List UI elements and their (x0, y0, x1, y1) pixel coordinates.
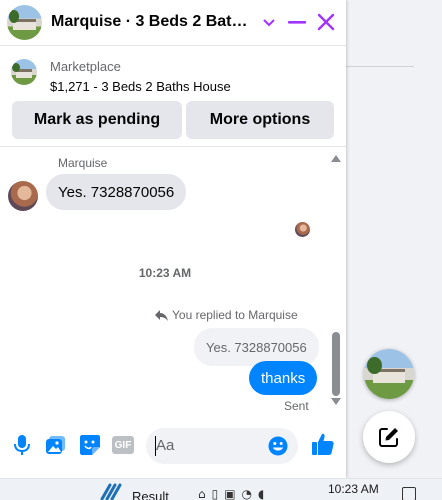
emoji-icon[interactable] (268, 436, 288, 456)
gif-icon[interactable]: GIF (112, 436, 134, 454)
message-timestamp: 10:23 AM (138, 266, 192, 280)
photo-icon[interactable] (45, 434, 67, 456)
microphone-icon[interactable] (11, 434, 33, 456)
background-panel (346, 0, 442, 478)
marketplace-listing: Marketplace $1,271 - 3 Beds 2 Baths Hous… (0, 47, 346, 147)
chat-title[interactable]: Marquise · 3 Beds 2 Baths House (51, 13, 256, 31)
taskbar: Result ⌂▯▣◔◖ 10:23 AM (0, 478, 442, 500)
mark-as-pending-button[interactable]: Mark as pending (12, 101, 182, 139)
more-options-button[interactable]: More options (186, 101, 334, 139)
reply-icon (155, 309, 168, 321)
compose-icon (379, 428, 398, 447)
notification-icon[interactable] (402, 487, 416, 500)
message-input-placeholder: Aa (156, 437, 175, 454)
minimize-icon[interactable] (287, 12, 307, 32)
chat-header[interactable]: Marquise · 3 Beds 2 Baths House (0, 0, 346, 46)
seen-indicator-avatar (295, 222, 310, 237)
system-tray-icons[interactable]: ⌂▯▣◔◖ (198, 487, 270, 500)
outgoing-message[interactable]: thanks (249, 361, 318, 395)
message-list[interactable]: Marquise Yes. 7328870056 10:23 AM You re… (0, 148, 346, 413)
new-message-button[interactable] (363, 411, 415, 463)
composer: GIF Aa (0, 412, 346, 478)
chat-window: Marquise · 3 Beds 2 Baths House Marketpl… (0, 0, 346, 478)
incoming-message[interactable]: Yes. 7328870056 (46, 174, 187, 210)
listing-thumbnail[interactable] (11, 59, 37, 85)
sender-avatar[interactable] (8, 181, 38, 211)
taskbar-clock[interactable]: 10:23 AM (328, 482, 379, 496)
house-avatar[interactable] (7, 5, 42, 40)
reply-context: You replied to Marquise (155, 308, 298, 322)
gif-label: GIF (114, 439, 132, 451)
listing-source: Marketplace (50, 59, 121, 74)
close-icon[interactable] (316, 12, 336, 32)
scrollbar-thumb[interactable] (332, 332, 340, 396)
scroll-up-arrow[interactable] (331, 154, 341, 162)
sticker-icon[interactable] (79, 434, 101, 456)
message-input[interactable]: Aa (146, 428, 298, 464)
scroll-down-arrow[interactable] (331, 398, 341, 406)
reply-label: You replied to Marquise (172, 308, 298, 322)
listing-title[interactable]: $1,271 - 3 Beds 2 Baths House (50, 79, 231, 94)
taskbar-app-label[interactable]: Result (132, 489, 169, 500)
thumbs-up-icon[interactable] (311, 432, 335, 456)
minimized-chat-avatar[interactable] (364, 349, 414, 399)
background-divider (346, 66, 414, 67)
message-status: Sent (284, 399, 309, 413)
sender-name: Marquise (58, 156, 108, 170)
app-icon[interactable] (100, 483, 122, 500)
chevron-down-icon[interactable] (262, 12, 276, 32)
